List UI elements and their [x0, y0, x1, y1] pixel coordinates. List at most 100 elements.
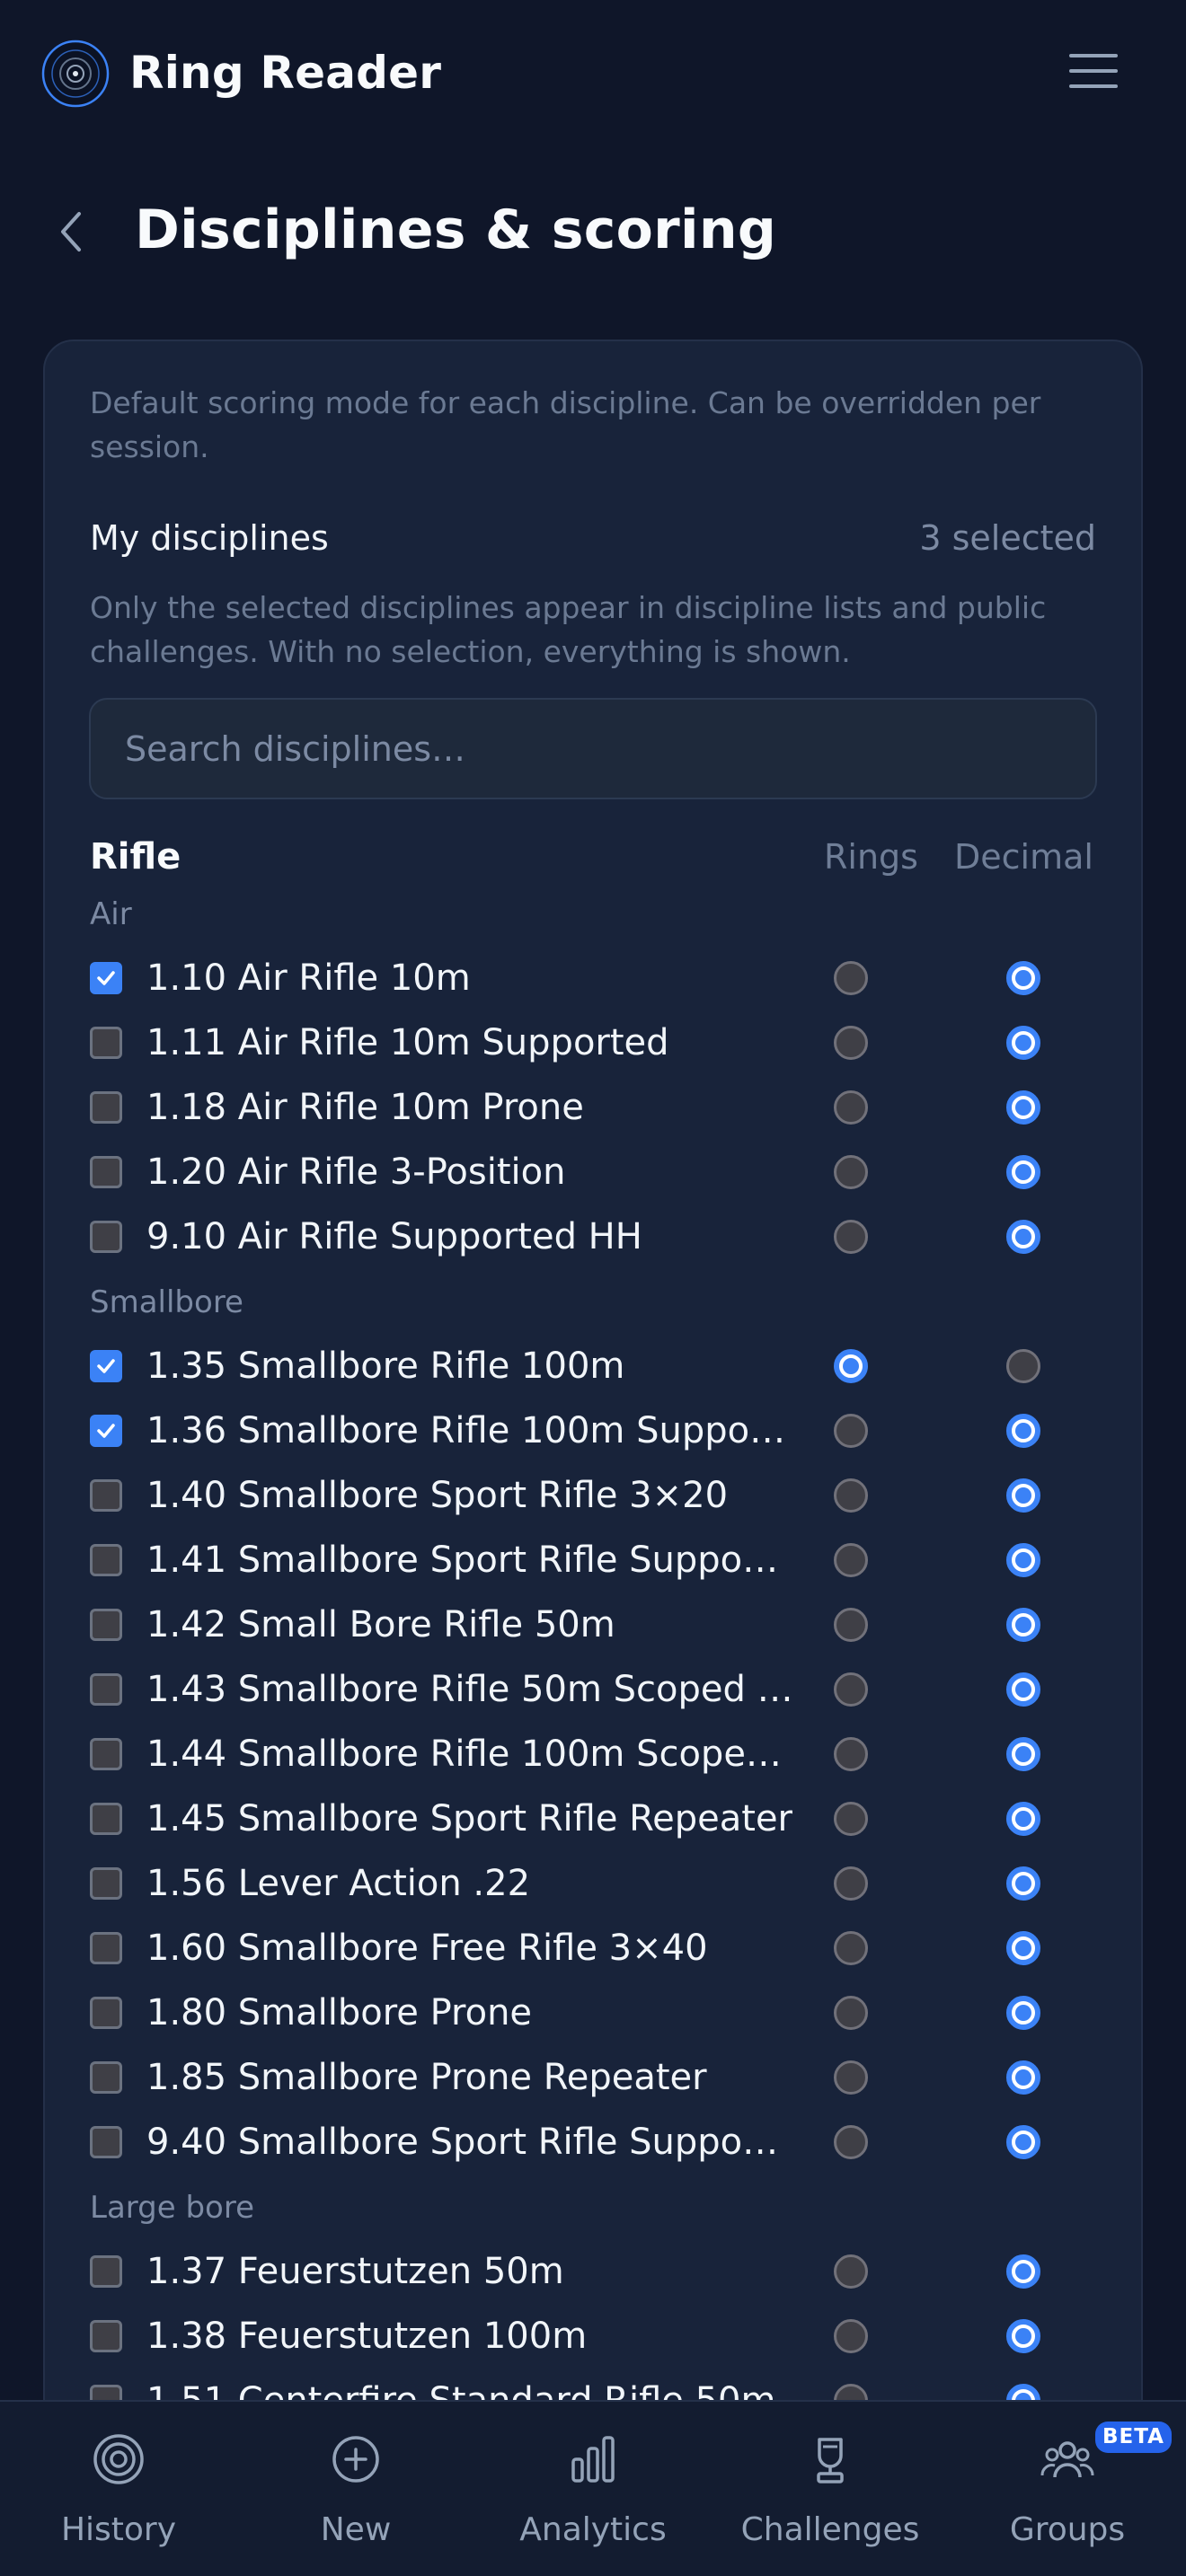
discipline-label: 1.85 Smallbore Prone Repeater	[146, 2057, 707, 2098]
decimal-radio[interactable]	[1006, 1090, 1040, 1125]
decimal-radio[interactable]	[1006, 1543, 1040, 1577]
discipline-checkbox[interactable]	[90, 962, 122, 994]
rings-radio[interactable]	[834, 1608, 868, 1642]
decimal-radio[interactable]	[1006, 1349, 1040, 1383]
rings-radio[interactable]	[834, 1931, 868, 1965]
discipline-label: 1.36 Smallbore Rifle 100m Suppo…	[146, 1410, 786, 1451]
rings-radio[interactable]	[834, 1866, 868, 1901]
rings-radio[interactable]	[834, 1155, 868, 1189]
decimal-radio[interactable]	[1006, 1608, 1040, 1642]
rings-radio[interactable]	[834, 1737, 868, 1771]
discipline-checkbox[interactable]	[90, 2320, 122, 2352]
decimal-radio[interactable]	[1006, 1737, 1040, 1771]
discipline-row: 1.42 Small Bore Rifle 50m	[90, 1598, 1096, 1652]
decimal-radio[interactable]	[1006, 961, 1040, 995]
decimal-radio[interactable]	[1006, 1026, 1040, 1060]
rings-radio[interactable]	[834, 1543, 868, 1577]
decimal-radio[interactable]	[1006, 2319, 1040, 2353]
discipline-label: 1.10 Air Rifle 10m	[146, 957, 471, 999]
decimal-radio[interactable]	[1006, 1931, 1040, 1965]
decimal-radio[interactable]	[1006, 1672, 1040, 1707]
rings-radio[interactable]	[834, 1026, 868, 1060]
nav-label: Challenges	[740, 2511, 920, 2548]
decimal-radio[interactable]	[1006, 1478, 1040, 1513]
bottom-nav: History New Analytics Challenges Groups	[0, 2400, 1186, 2576]
rings-radio[interactable]	[834, 1478, 868, 1513]
rings-radio[interactable]	[834, 1996, 868, 2030]
menu-bar	[1069, 54, 1118, 57]
subgroup-smallbore: Smallbore	[90, 1284, 243, 1320]
nav-label: New	[320, 2511, 392, 2548]
selected-count: 3 selected	[919, 518, 1096, 558]
discipline-checkbox[interactable]	[90, 1803, 122, 1835]
rings-radio[interactable]	[834, 2254, 868, 2289]
column-header-rings: Rings	[824, 837, 918, 877]
rings-radio[interactable]	[834, 1090, 868, 1125]
decimal-radio[interactable]	[1006, 2125, 1040, 2159]
search-field[interactable]	[89, 698, 1097, 799]
discipline-checkbox[interactable]	[90, 1221, 122, 1253]
discipline-row: 9.10 Air Rifle Supported HH	[90, 1210, 1096, 1264]
decimal-radio[interactable]	[1006, 1155, 1040, 1189]
menu-button[interactable]	[1066, 49, 1121, 93]
rings-radio[interactable]	[834, 1414, 868, 1448]
subgroup-air: Air	[90, 896, 132, 932]
discipline-checkbox[interactable]	[90, 1997, 122, 2029]
check-icon	[97, 971, 115, 985]
discipline-checkbox[interactable]	[90, 1027, 122, 1059]
discipline-label: 1.45 Smallbore Sport Rifle Repeater	[146, 1798, 793, 1839]
decimal-radio[interactable]	[1006, 2060, 1040, 2095]
decimal-radio[interactable]	[1006, 1866, 1040, 1901]
menu-bar	[1069, 84, 1118, 88]
discipline-checkbox[interactable]	[90, 1544, 122, 1576]
discipline-checkbox[interactable]	[90, 1091, 122, 1124]
nav-label: History	[60, 2511, 177, 2548]
discipline-checkbox[interactable]	[90, 2126, 122, 2158]
column-header-decimal: Decimal	[954, 837, 1093, 877]
rings-radio[interactable]	[834, 2060, 868, 2095]
discipline-label: 1.18 Air Rifle 10m Prone	[146, 1087, 584, 1128]
users-icon	[1040, 2441, 1094, 2478]
nav-analytics[interactable]: Analytics	[474, 2402, 712, 2576]
discipline-checkbox[interactable]	[90, 1673, 122, 1706]
decimal-radio[interactable]	[1006, 1802, 1040, 1836]
bar-chart-icon	[571, 2436, 615, 2483]
discipline-checkbox[interactable]	[90, 1867, 122, 1900]
discipline-checkbox[interactable]	[90, 1738, 122, 1770]
decimal-radio[interactable]	[1006, 2254, 1040, 2289]
discipline-checkbox[interactable]	[90, 1479, 122, 1512]
rings-radio[interactable]	[834, 1220, 868, 1254]
trophy-icon	[817, 2438, 844, 2483]
discipline-checkbox[interactable]	[90, 2061, 122, 2094]
discipline-row: 1.60 Smallbore Free Rifle 3×40	[90, 1921, 1096, 1975]
decimal-radio[interactable]	[1006, 1220, 1040, 1254]
page-title: Disciplines & scoring	[135, 198, 777, 261]
nav-new[interactable]: New	[237, 2402, 474, 2576]
rings-radio[interactable]	[834, 2319, 868, 2353]
discipline-checkbox[interactable]	[90, 2255, 122, 2288]
discipline-row: 1.18 Air Rifle 10m Prone	[90, 1081, 1096, 1134]
discipline-checkbox[interactable]	[90, 1156, 122, 1188]
discipline-row: 1.20 Air Rifle 3-Position	[90, 1145, 1096, 1199]
rings-radio[interactable]	[834, 961, 868, 995]
discipline-checkbox[interactable]	[90, 1415, 122, 1447]
rings-radio[interactable]	[834, 1672, 868, 1707]
rings-radio[interactable]	[834, 2125, 868, 2159]
nav-history[interactable]: History	[0, 2402, 237, 2576]
rings-radio[interactable]	[834, 1349, 868, 1383]
discipline-row: 1.85 Smallbore Prone Repeater	[90, 2051, 1096, 2104]
rings-radio[interactable]	[834, 1802, 868, 1836]
helper-text: Only the selected disciplines appear in …	[90, 590, 1047, 669]
discipline-checkbox[interactable]	[90, 1609, 122, 1641]
discipline-row: 1.38 Feuerstutzen 100m	[90, 2309, 1096, 2363]
decimal-radio[interactable]	[1006, 1996, 1040, 2030]
discipline-label: 1.60 Smallbore Free Rifle 3×40	[146, 1928, 708, 1969]
search-input[interactable]	[91, 700, 1095, 798]
nav-challenges[interactable]: Challenges	[712, 2402, 949, 2576]
discipline-checkbox[interactable]	[90, 1932, 122, 1964]
discipline-checkbox[interactable]	[90, 1350, 122, 1382]
back-chevron-icon[interactable]	[50, 205, 93, 259]
decimal-radio[interactable]	[1006, 1414, 1040, 1448]
discipline-row: 1.35 Smallbore Rifle 100m	[90, 1339, 1096, 1393]
discipline-label: 1.44 Smallbore Rifle 100m Scope…	[146, 1734, 782, 1775]
